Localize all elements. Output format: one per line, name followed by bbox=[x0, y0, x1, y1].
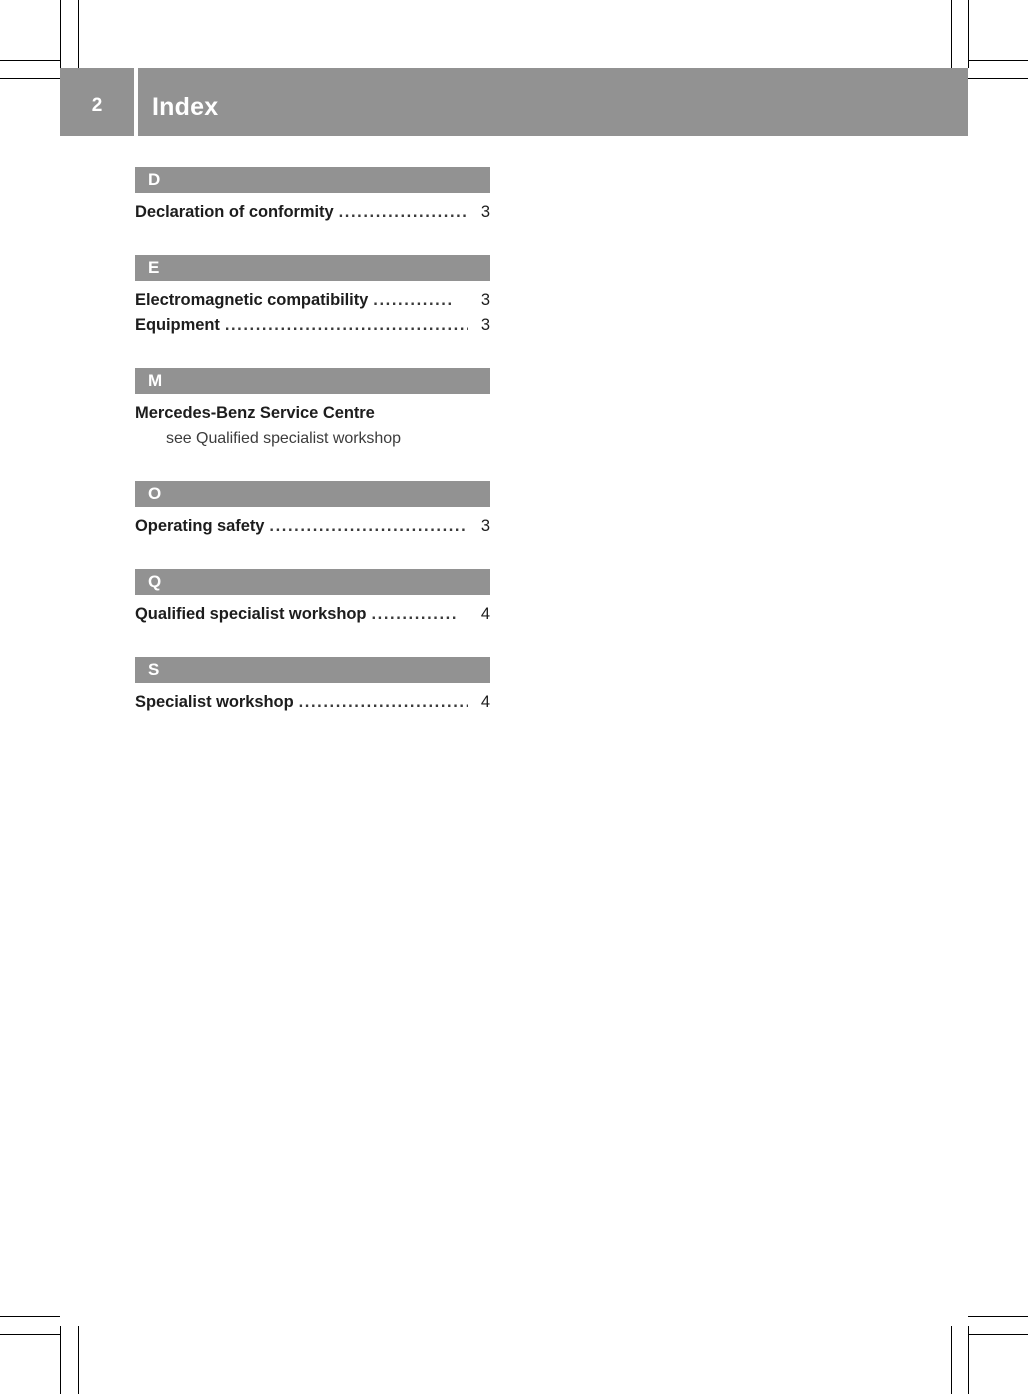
index-entry-list: Operating safety........................… bbox=[135, 507, 490, 569]
page-header: 2 Index bbox=[60, 68, 968, 136]
index-entry-leader-dots: ............................... bbox=[298, 693, 468, 711]
index-entry-label: Qualified specialist workshop bbox=[135, 605, 367, 623]
index-entry-label: Specialist workshop bbox=[135, 693, 294, 711]
index-entry-label: Operating safety bbox=[135, 517, 265, 535]
index-letter-heading: S bbox=[135, 657, 490, 683]
crop-mark-bottom-right-horizontal-outer bbox=[968, 1316, 1028, 1317]
index-column: D Declaration of conformity..............… bbox=[135, 167, 490, 745]
index-entry[interactable]: Declaration of conformity...............… bbox=[135, 200, 490, 225]
index-entry[interactable]: Equipment...............................… bbox=[135, 313, 490, 338]
index-entry[interactable]: Qualified specialist workshop...........… bbox=[135, 602, 490, 627]
crop-mark-bottom-right-horizontal-inner bbox=[968, 1334, 1028, 1335]
crop-mark-bottom-left-horizontal-inner bbox=[0, 1334, 60, 1335]
index-letter-heading: E bbox=[135, 255, 490, 281]
crop-mark-top-left-vertical-inner bbox=[78, 0, 79, 68]
crop-mark-top-right-horizontal-inner bbox=[968, 78, 1028, 79]
index-letter-group: S Specialist workshop....................… bbox=[135, 657, 490, 745]
crop-mark-bottom-left-vertical-outer bbox=[60, 1326, 61, 1394]
crop-mark-bottom-right-vertical-inner bbox=[951, 1326, 952, 1394]
index-entry-list: Declaration of conformity...............… bbox=[135, 193, 490, 255]
crop-mark-bottom-left-vertical-inner bbox=[78, 1326, 79, 1394]
index-letter-heading: Q bbox=[135, 569, 490, 595]
index-entry[interactable]: Electromagnetic compatibility...........… bbox=[135, 288, 490, 313]
index-entry-leader-dots: ........................................… bbox=[224, 316, 468, 334]
index-entry-leader-dots: ...................................... bbox=[269, 517, 468, 535]
index-entry-leader-dots: .............. bbox=[371, 605, 459, 623]
crop-mark-top-left-horizontal-inner bbox=[0, 78, 60, 79]
crop-mark-top-left-horizontal-outer bbox=[0, 60, 60, 61]
crop-mark-bottom-right-vertical-outer bbox=[968, 1326, 969, 1394]
index-entry-label: Mercedes-Benz Service Centre bbox=[135, 404, 375, 422]
index-entry-cross-reference[interactable]: see Qualified specialist workshop bbox=[135, 426, 490, 451]
index-letter-group: D Declaration of conformity..............… bbox=[135, 167, 490, 255]
page-number-badge: 2 bbox=[60, 68, 134, 136]
index-entry[interactable]: Specialist workshop.....................… bbox=[135, 690, 490, 715]
crop-mark-top-left-vertical-outer bbox=[60, 0, 61, 68]
index-entry-list: Qualified specialist workshop...........… bbox=[135, 595, 490, 657]
crop-mark-top-right-vertical-outer bbox=[968, 0, 969, 68]
index-entry-page-number: 3 bbox=[480, 203, 490, 221]
crop-mark-top-right-vertical-inner bbox=[951, 0, 952, 68]
index-entry-list: Mercedes-Benz Service Centre see Qualifie… bbox=[135, 394, 490, 481]
index-entry[interactable]: Mercedes-Benz Service Centre bbox=[135, 401, 490, 426]
index-letter-heading: D bbox=[135, 167, 490, 193]
index-letter-group: E Electromagnetic compatibility..........… bbox=[135, 255, 490, 368]
index-entry[interactable]: Operating safety........................… bbox=[135, 514, 490, 539]
index-letter-group: M Mercedes-Benz Service Centre see Qualifi… bbox=[135, 368, 490, 481]
index-letter-group: O Operating safety.......................… bbox=[135, 481, 490, 569]
index-entry-page-number: 4 bbox=[480, 605, 490, 623]
index-entry-page-number: 4 bbox=[480, 693, 490, 711]
index-entry-label: Declaration of conformity bbox=[135, 203, 334, 221]
index-entry-leader-dots: ............. bbox=[373, 291, 454, 309]
index-entry-page-number: 3 bbox=[480, 316, 490, 334]
index-letter-heading: O bbox=[135, 481, 490, 507]
crop-mark-top-right-horizontal-outer bbox=[968, 60, 1028, 61]
page-title: Index bbox=[138, 68, 968, 136]
index-entry-page-number: 3 bbox=[480, 517, 490, 535]
index-entry-label: Electromagnetic compatibility bbox=[135, 291, 369, 309]
index-letter-group: Q Qualified specialist workshop..........… bbox=[135, 569, 490, 657]
crop-mark-bottom-left-horizontal-outer bbox=[0, 1316, 60, 1317]
index-entry-leader-dots: ...................... bbox=[338, 203, 468, 221]
index-entry-label: Equipment bbox=[135, 316, 220, 334]
index-letter-heading: M bbox=[135, 368, 490, 394]
index-entry-page-number: 3 bbox=[480, 291, 490, 309]
index-entry-list: Specialist workshop.....................… bbox=[135, 683, 490, 745]
index-entry-list: Electromagnetic compatibility...........… bbox=[135, 281, 490, 368]
